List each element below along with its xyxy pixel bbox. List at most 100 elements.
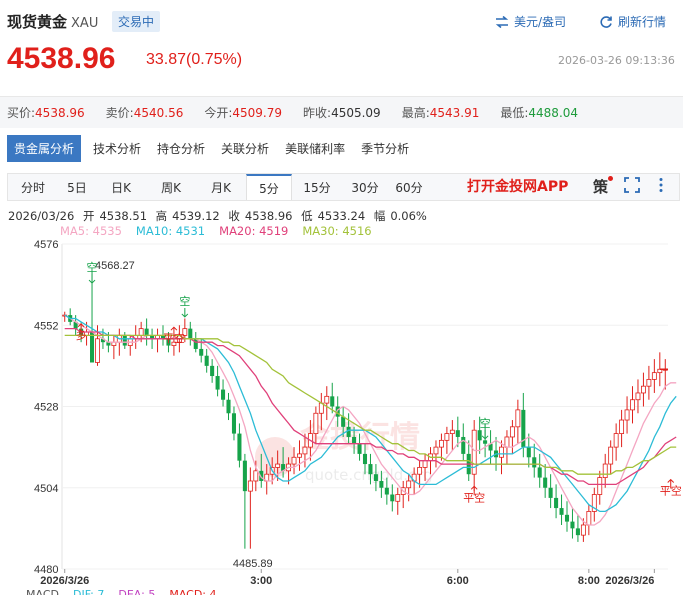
period-tab[interactable]: 60分 (388, 174, 430, 200)
candle-body (515, 409, 521, 428)
instrument-name: 现货黄金 (7, 13, 68, 31)
candle-body (630, 399, 635, 411)
candle-body (602, 463, 608, 478)
macd-legend-item: DIF: 7 (72, 588, 105, 595)
candle-body (226, 399, 231, 414)
candle-body (597, 477, 603, 495)
signal-label: 空 (480, 416, 491, 430)
open-app-link[interactable]: 打开金投网APP (467, 176, 568, 196)
candle-body (122, 335, 127, 346)
candle-body (221, 389, 226, 400)
candle-body (291, 456, 297, 465)
signal-marker: 平空 (163, 326, 185, 345)
y-tick-label: 4504 (34, 483, 58, 495)
quote-field-value: 4538.96 (35, 106, 85, 120)
analysis-tab[interactable]: 持仓分析 (151, 136, 211, 161)
candle-body (526, 447, 531, 458)
quote-field-label: 卖价: (105, 106, 134, 120)
signal-marker: 平空 (463, 485, 485, 504)
quote-field-value: 4505.09 (331, 106, 381, 120)
candle-body (570, 521, 575, 529)
quote-field-label: 今开: (204, 106, 233, 120)
analysis-tab[interactable]: 贵金属分析 (7, 135, 82, 162)
candle-body (215, 376, 220, 390)
quote-field-label: 最低: (500, 106, 529, 120)
macd-legend: MACD DIF: 7 DEA: 5 MACD: 4 (26, 588, 231, 595)
period-tab[interactable]: 分时 (8, 174, 58, 200)
current-price: 4538.96 (7, 42, 116, 75)
max-price-label: 4568.27 (95, 260, 135, 272)
x-tick-label: 3:00 (250, 575, 272, 587)
y-tick-label: 4552 (34, 320, 58, 332)
candle-body (89, 332, 95, 363)
ohlc-low: 4533.24 (317, 209, 366, 223)
ohlc-high-label: 高 (155, 209, 168, 223)
period-selector: 分时 5日 日K 周K 月K 5分 15分 30分 60分 (7, 173, 680, 201)
ohlc-amp: 0.06% (390, 209, 427, 223)
fullscreen-icon[interactable] (624, 177, 640, 193)
candle-body (439, 439, 444, 448)
candle-body (204, 355, 209, 366)
candle-body (455, 430, 460, 437)
ohlc-high: 4539.12 (172, 209, 220, 223)
trading-status-badge: 交易中 (112, 11, 161, 32)
quote-field: 买价:4538.96 (7, 104, 85, 121)
candle-body (275, 463, 281, 468)
x-tick-label: 2026/3/26 (40, 575, 89, 587)
candles (62, 271, 668, 549)
period-tab[interactable]: 月K (196, 174, 246, 200)
analysis-tab[interactable]: 季节分析 (355, 136, 415, 161)
refresh-icon (600, 15, 612, 28)
analysis-tab[interactable]: 技术分析 (87, 136, 147, 161)
candle-body (144, 328, 149, 336)
refresh-label: 刷新行情 (618, 15, 667, 29)
unit-toggle-button[interactable]: 美元/盎司 (495, 13, 566, 30)
more-options-icon[interactable] (656, 177, 666, 193)
quote-field: 卖价:4540.56 (106, 104, 184, 121)
analysis-tabs: 贵金属分析 技术分析 持仓分析 关联分析 美联储利率 季节分析 (7, 135, 419, 162)
quote-field-value: 4509.79 (232, 106, 283, 120)
candlestick-chart[interactable]: 金投行情quote.cngold.org45764552452845044480… (0, 232, 683, 595)
arrow-down-icon (481, 429, 489, 440)
candle-body (379, 480, 384, 488)
candle-body (651, 372, 657, 380)
candle-body (210, 365, 215, 377)
candle-body (242, 460, 247, 492)
candle-body (352, 436, 357, 444)
min-price-label: 4485.89 (233, 558, 273, 570)
candle-body (247, 480, 253, 492)
period-tab[interactable]: 15分 (292, 174, 342, 200)
analysis-tab[interactable]: 关联分析 (215, 136, 275, 161)
analysis-tab[interactable]: 美联储利率 (279, 136, 351, 161)
period-tab[interactable]: 日K (96, 174, 146, 200)
period-tab[interactable]: 5分 (246, 174, 292, 200)
candle-body (509, 426, 515, 438)
ohlc-open-label: 开 (82, 209, 95, 223)
candle-body (532, 457, 537, 468)
swap-icon (495, 15, 509, 28)
candle-body (449, 429, 455, 434)
strategy-icon[interactable]: 策 (593, 176, 613, 197)
candle-body (554, 497, 559, 509)
period-tab[interactable]: 周K (146, 174, 196, 200)
candle-body (564, 514, 570, 522)
period-tab[interactable]: 30分 (342, 174, 388, 200)
candle-body (580, 524, 586, 536)
ohlc-readout: 2026/03/26 开 4538.51 高 4539.12 收 4538.96 低4… (8, 208, 432, 224)
unit-toggle-label: 美元/盎司 (514, 15, 567, 29)
y-tick-label: 4576 (34, 239, 58, 251)
candle-body (330, 396, 335, 407)
candle-body (646, 379, 652, 387)
candle-body (253, 470, 259, 482)
refresh-button[interactable]: 刷新行情 (599, 13, 666, 30)
period-tab[interactable]: 5日 (58, 174, 96, 200)
candle-body (395, 494, 401, 502)
watermark: 金投行情quote.cngold.org (255, 420, 433, 484)
x-tick-label: 8:00 (578, 575, 600, 587)
quote-field-label: 昨收: (303, 106, 332, 120)
quote-field-value: 4488.04 (528, 106, 579, 120)
candle-body (499, 446, 504, 458)
ohlc-open: 4538.51 (99, 209, 148, 223)
candle-body (483, 440, 488, 444)
x-tick-label: 6:00 (447, 575, 469, 587)
